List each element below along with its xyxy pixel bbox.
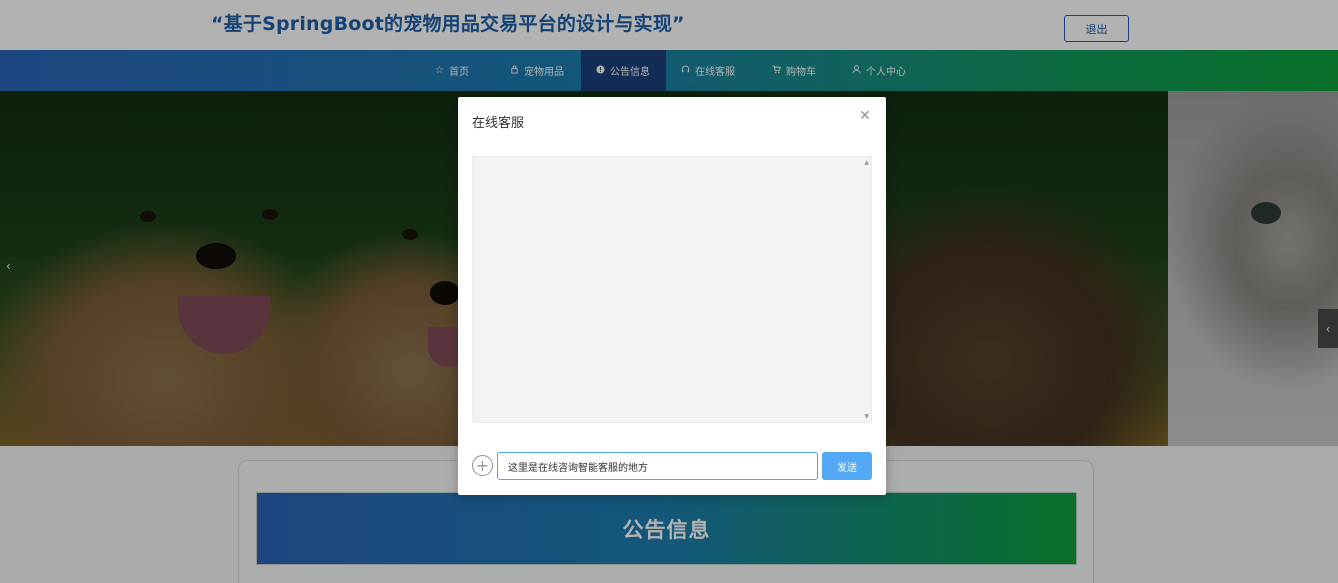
- close-icon[interactable]: ✕: [859, 108, 871, 124]
- scroll-down-icon[interactable]: ▼: [864, 413, 869, 420]
- message-input[interactable]: [497, 452, 818, 480]
- dialog-title: 在线客服: [472, 116, 525, 131]
- send-button[interactable]: 发送: [822, 452, 872, 480]
- add-attachment-icon[interactable]: +: [472, 455, 493, 476]
- chat-message-area[interactable]: ▲ ▼: [472, 156, 872, 423]
- scroll-up-icon[interactable]: ▲: [864, 159, 869, 166]
- online-service-dialog: 在线客服 ✕ ▲ ▼ + 发送: [458, 97, 886, 495]
